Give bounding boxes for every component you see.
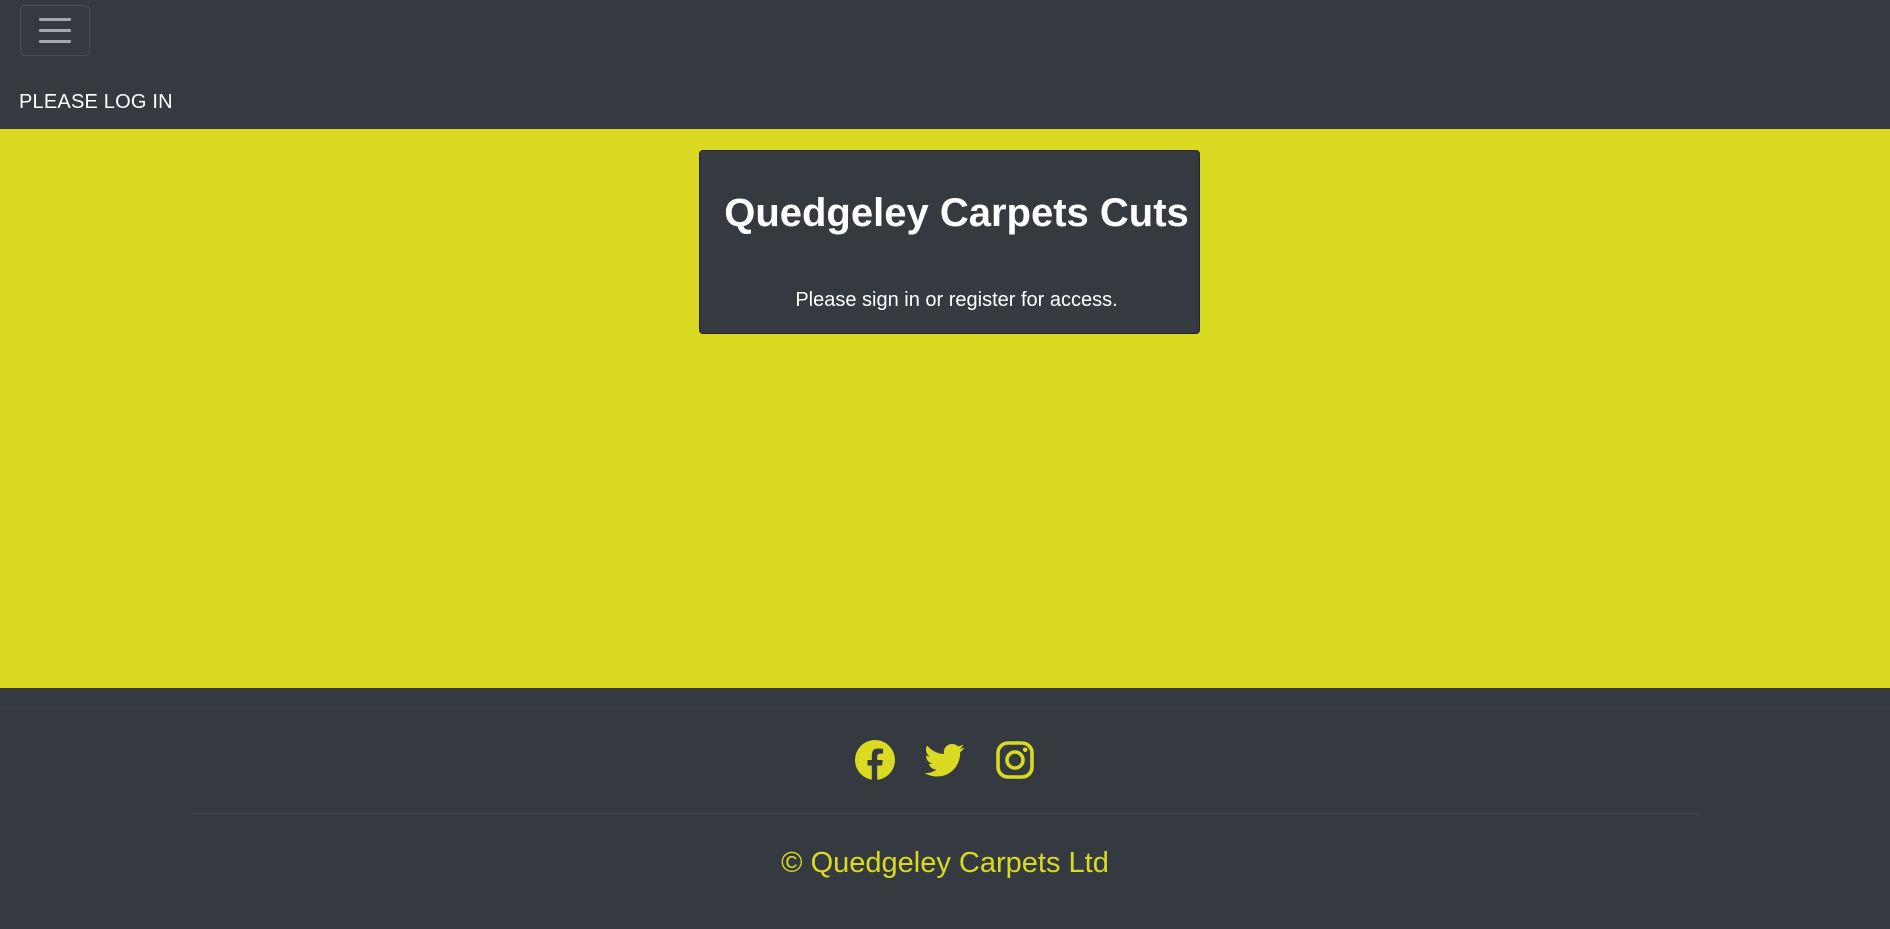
hamburger-menu-icon	[39, 18, 71, 21]
main-content: Quedgeley Carpets Cuts Please sign in or…	[0, 129, 1890, 688]
hamburger-menu-icon	[39, 40, 71, 43]
card-text: Please sign in or register for access.	[795, 289, 1118, 311]
footer: © Quedgeley Carpets Ltd	[0, 688, 1890, 929]
twitter-icon[interactable]	[925, 740, 965, 780]
card-title: Quedgeley Carpets Cuts	[724, 191, 1189, 235]
copyright-text: © Quedgeley Carpets Ltd	[781, 847, 1109, 879]
welcome-card: Quedgeley Carpets Cuts Please sign in or…	[699, 150, 1200, 334]
navbar-toggler-button[interactable]	[20, 5, 90, 56]
navbar: PLEASE LOG IN	[0, 0, 1890, 129]
login-link[interactable]: PLEASE LOG IN	[19, 89, 173, 115]
social-links	[0, 740, 1890, 780]
footer-top-divider	[0, 708, 1890, 709]
facebook-icon[interactable]	[855, 740, 895, 780]
hamburger-menu-icon	[39, 29, 71, 32]
instagram-icon[interactable]	[995, 740, 1035, 780]
footer-divider	[191, 813, 1699, 814]
